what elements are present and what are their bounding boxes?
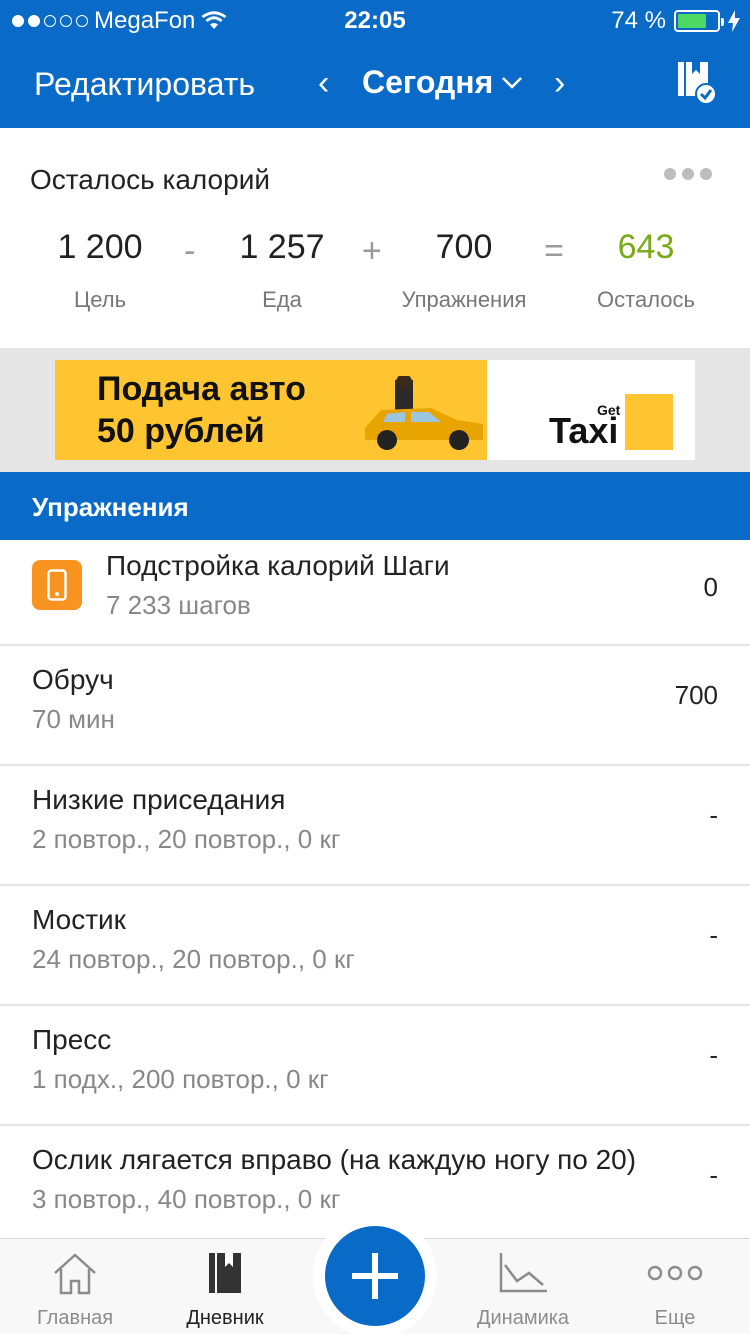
taxi-car-image	[365, 376, 483, 450]
tab-more-label: Еще	[654, 1307, 696, 1329]
calories-summary: Осталось калорий 1 200 Цель - 1 257 Еда …	[0, 128, 750, 348]
list-item[interactable]: Подстройка калорий Шаги 7 233 шагов 0	[0, 540, 750, 646]
add-entry-button[interactable]	[325, 1226, 425, 1326]
exercise-detail: 3 повтор., 40 повтор., 0 кг	[32, 1184, 341, 1214]
food-label: Еда	[262, 287, 302, 312]
battery-info: 74 %	[611, 7, 740, 35]
navigation-bar: Редактировать ‹ Сегодня ›	[0, 40, 750, 128]
battery-icon	[674, 10, 724, 32]
equals-sign: =	[544, 232, 564, 270]
ad-banner[interactable]: Подача авто 50 рублей Get Taxi	[55, 360, 695, 460]
remaining-cell: 643 Осталось	[566, 228, 726, 313]
list-item[interactable]: Пресс 1 подх., 200 повтор., 0 кг -	[0, 1006, 750, 1126]
exercise-calories: -	[709, 1040, 718, 1070]
more-options-icon[interactable]	[664, 168, 712, 180]
goal-value: 1 200	[57, 228, 143, 266]
more-dots-icon	[647, 1265, 703, 1281]
section-title: Упражнения	[32, 492, 189, 522]
ad-headline: Подача авто	[97, 370, 306, 408]
exercise-calories: 700	[674, 680, 718, 710]
date-title: Сегодня	[362, 64, 494, 100]
list-item[interactable]: Мостик 24 повтор., 20 повтор., 0 кг -	[0, 886, 750, 1006]
exercise-detail: 2 повтор., 20 повтор., 0 кг	[32, 824, 341, 854]
remaining-label: Осталось	[597, 287, 695, 312]
exercise-detail: 70 мин	[32, 704, 115, 734]
ad-promo: Подача авто 50 рублей	[55, 360, 487, 460]
charging-icon	[728, 10, 740, 32]
goal-label: Цель	[73, 287, 127, 312]
exercise-name: Обруч	[32, 664, 114, 695]
calories-heading: Осталось калорий	[30, 164, 270, 195]
exercise-calories: 0	[703, 572, 718, 602]
remaining-value: 643	[617, 228, 675, 266]
exercise-name: Подстройка калорий Шаги	[106, 550, 450, 581]
date-selector[interactable]: Сегодня	[362, 64, 523, 101]
exercise-calories: -	[709, 1160, 718, 1190]
exercise-detail: 24 повтор., 20 повтор., 0 кг	[32, 944, 355, 974]
edit-button[interactable]: Редактировать	[34, 66, 255, 103]
brand-mark-icon	[625, 394, 673, 450]
tab-more[interactable]: Еще	[620, 1251, 730, 1330]
exercise-list: Подстройка калорий Шаги 7 233 шагов 0 Об…	[0, 540, 750, 1246]
bookmark-check-icon[interactable]	[676, 60, 717, 105]
list-item[interactable]: Обруч 70 мин 700	[0, 646, 750, 766]
chevron-down-icon	[502, 76, 523, 89]
minus-sign: -	[184, 232, 196, 270]
goal-cell: 1 200 Цель	[20, 228, 180, 313]
exercise-cell: 700 Упражнения	[384, 228, 544, 313]
exercise-value: 700	[435, 228, 493, 266]
ad-subheadline: 50 рублей	[97, 412, 265, 450]
food-cell: 1 257 Еда	[202, 228, 362, 313]
exercise-detail: 1 подх., 200 повтор., 0 кг	[32, 1064, 329, 1094]
chevron-right-icon[interactable]: ›	[554, 64, 565, 103]
plus-icon	[352, 1253, 398, 1299]
exercise-calories: -	[709, 920, 718, 950]
exercise-name: Ослик лягается вправо (на каждую ногу по…	[32, 1144, 637, 1175]
chart-icon	[499, 1253, 547, 1293]
ad-brand: Get Taxi	[487, 360, 695, 460]
exercise-name: Мостик	[32, 904, 126, 935]
tab-diary[interactable]: Дневник	[170, 1251, 280, 1330]
ad-brand-name: Taxi	[549, 410, 619, 451]
exercise-section-header: Упражнения	[0, 472, 750, 540]
top-bar: MegaFon 22:05 74 % Редактировать ‹ Сегод…	[0, 0, 750, 128]
home-icon	[54, 1253, 96, 1295]
tab-home-label: Главная	[36, 1307, 114, 1329]
exercise-name: Пресс	[32, 1024, 112, 1055]
battery-percent: 74 %	[611, 7, 666, 34]
status-bar: MegaFon 22:05 74 %	[0, 0, 750, 40]
exercise-label: Упражнения	[401, 287, 527, 312]
exercise-name: Низкие приседания	[32, 784, 286, 815]
plus-sign: +	[362, 232, 382, 270]
tab-progress[interactable]: Динамика	[468, 1251, 578, 1330]
ad-area: Подача авто 50 рублей Get Taxi	[0, 348, 750, 472]
phone-icon	[32, 560, 82, 610]
tab-diary-label: Дневник	[186, 1307, 264, 1329]
list-item[interactable]: Низкие приседания 2 повтор., 20 повтор.,…	[0, 766, 750, 886]
exercise-detail: 7 233 шагов	[106, 590, 251, 620]
diary-icon	[209, 1253, 241, 1293]
chevron-left-icon[interactable]: ‹	[318, 64, 329, 103]
tab-home[interactable]: Главная	[20, 1251, 130, 1330]
food-value: 1 257	[239, 228, 325, 266]
tab-progress-label: Динамика	[476, 1307, 570, 1329]
exercise-calories: -	[709, 800, 718, 830]
